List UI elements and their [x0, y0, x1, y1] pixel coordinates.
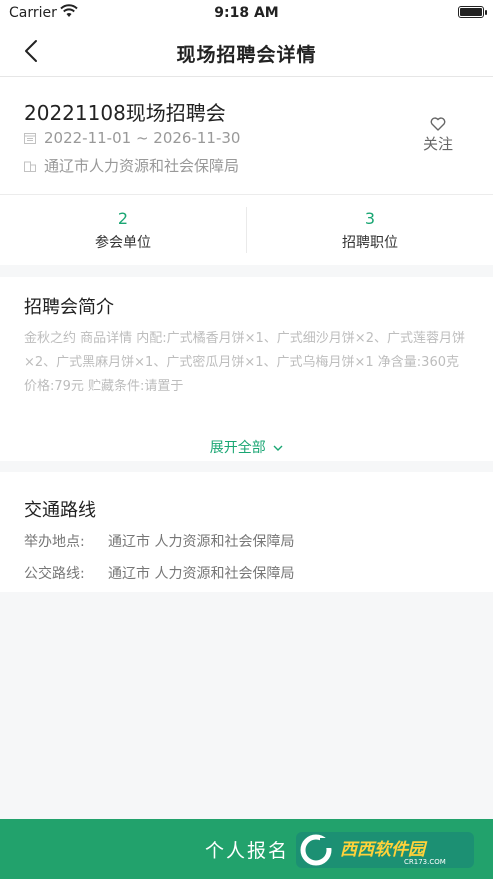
- intro-title: 招聘会简介: [24, 297, 114, 318]
- intro-text: 金秋之约 商品详情 内配:广式橘香月饼×1、广式细沙月饼×2、广式莲蓉月饼×2、…: [24, 331, 465, 394]
- jobs-count: 3: [364, 209, 376, 228]
- fair-date-row: 2022-11-01 ~ 2026-11-30: [24, 129, 240, 147]
- bus-value: 通辽市 人力资源和社会保障局: [108, 566, 295, 582]
- bus-key: 公交路线:: [24, 566, 85, 582]
- participating-units-stat[interactable]: 2 参会单位: [0, 209, 246, 252]
- status-time: 9:18 AM: [214, 5, 279, 21]
- nav-bar: 现场招聘会详情: [0, 26, 493, 77]
- stats-panel: 2 参会单位 3 招聘职位: [0, 195, 493, 265]
- follow-button[interactable]: 关注: [410, 117, 466, 154]
- watermark-logo: 西西软件园 CR173.COM: [296, 832, 474, 868]
- route-title: 交通路线: [24, 500, 96, 521]
- follow-label: 关注: [422, 135, 453, 153]
- battery-icon: [458, 6, 484, 18]
- chevron-down-icon: [273, 445, 283, 451]
- job-positions-stat[interactable]: 3 招聘职位: [247, 209, 493, 252]
- units-count: 2: [117, 209, 129, 228]
- watermark-text: 西西软件园: [340, 840, 428, 860]
- personal-apply-button[interactable]: 个人报名: [205, 836, 289, 863]
- fair-organizer-row: 通辽市人力资源和社会保障局: [24, 155, 239, 176]
- route-section: 交通路线 举办地点: 通辽市 人力资源和社会保障局 公交路线: 通辽市 人力资源和社…: [0, 472, 493, 592]
- battery-nub: [485, 10, 487, 15]
- fair-date-range: 2022-11-01 ~ 2026-11-30: [44, 129, 241, 147]
- venue-key: 举办地点:: [24, 534, 85, 550]
- page-title: 现场招聘会详情: [176, 44, 317, 66]
- fair-organizer: 通辽市人力资源和社会保障局: [44, 157, 240, 175]
- venue-value: 通辽市 人力资源和社会保障局: [108, 534, 295, 550]
- jobs-label: 招聘职位: [342, 235, 398, 251]
- expand-all-label: 展开全部: [209, 440, 266, 456]
- building-icon: [24, 161, 36, 172]
- heart-icon: [430, 117, 446, 131]
- intro-section: 招聘会简介 金秋之约 商品详情 内配:广式橘香月饼×1、广式细沙月饼×2、广式莲…: [0, 277, 493, 461]
- expand-all-button[interactable]: 展开全部: [0, 437, 493, 457]
- calendar-icon: [24, 133, 36, 144]
- units-label: 参会单位: [95, 235, 151, 251]
- venue-row: 举办地点: 通辽市 人力资源和社会保障局: [24, 531, 294, 551]
- status-bar: Carrier 9:18 AM: [0, 0, 493, 26]
- watermark-subtext: CR173.COM: [404, 858, 446, 866]
- fair-name: 20221108现场招聘会: [24, 101, 226, 125]
- fair-summary-card: 20221108现场招聘会 2022-11-01 ~ 2026-11-30 通辽…: [0, 77, 493, 195]
- bus-row: 公交路线: 通辽市 人力资源和社会保障局: [24, 563, 294, 583]
